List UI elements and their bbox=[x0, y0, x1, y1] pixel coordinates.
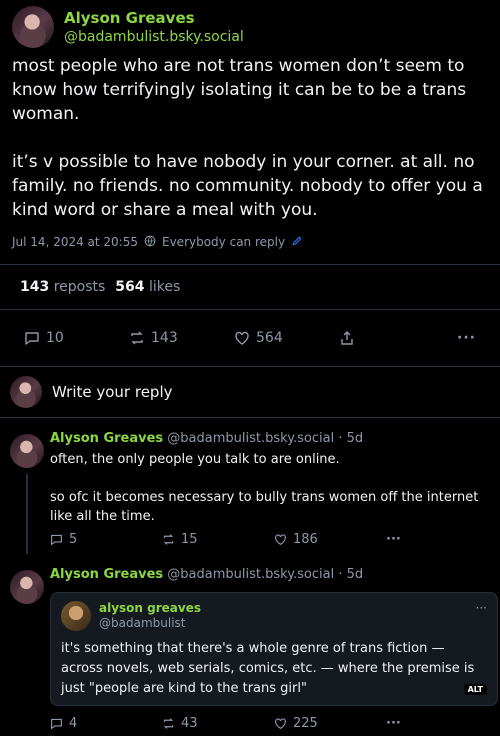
quoted-text: it's something that there's a whole genr… bbox=[61, 641, 475, 696]
like-button[interactable]: 186 bbox=[274, 532, 386, 547]
like-button[interactable]: 564 bbox=[234, 330, 339, 346]
like-count: 225 bbox=[293, 715, 318, 731]
repost-button[interactable]: 43 bbox=[162, 716, 274, 731]
repost-icon bbox=[163, 533, 174, 545]
thread-line bbox=[26, 474, 28, 554]
reply-author-name[interactable]: Alyson Greaves bbox=[50, 431, 163, 446]
share-icon bbox=[341, 331, 353, 345]
author-name[interactable]: Alyson Greaves bbox=[64, 9, 244, 28]
reply-actions: 4 43 225 ··· bbox=[50, 710, 498, 736]
divider bbox=[0, 417, 500, 418]
reposts-label: reposts bbox=[53, 279, 106, 295]
engagement-counts: 143 reposts 564 likes bbox=[0, 265, 500, 309]
reply-count: 10 bbox=[46, 330, 64, 346]
reposts-count: 143 bbox=[20, 279, 50, 295]
repost-count: 43 bbox=[181, 715, 198, 731]
more-icon: ··· bbox=[386, 531, 401, 547]
globe-icon bbox=[144, 235, 156, 250]
more-options-button[interactable]: ··· bbox=[386, 716, 498, 731]
quoted-post[interactable]: alyson greaves @badambulist ··· it's som… bbox=[50, 592, 498, 706]
author-handle[interactable]: @badambulist.bsky.social bbox=[64, 28, 244, 46]
reply-count: 5 bbox=[69, 531, 78, 547]
reply-author-handle[interactable]: @badambulist.bsky.social · 5d bbox=[167, 431, 363, 446]
avatar[interactable] bbox=[10, 570, 44, 604]
reply-button[interactable]: 10 bbox=[24, 330, 129, 346]
more-options-button[interactable]: ··· bbox=[457, 330, 476, 346]
repost-icon bbox=[163, 717, 174, 729]
repost-count: 15 bbox=[181, 531, 198, 547]
reply-count: 4 bbox=[69, 715, 78, 731]
quoted-author-handle: @badambulist bbox=[99, 616, 186, 630]
repost-count: 143 bbox=[151, 330, 178, 346]
reply-composer[interactable]: Write your reply bbox=[0, 367, 500, 417]
repost-button[interactable]: 15 bbox=[162, 532, 274, 547]
more-icon: ··· bbox=[386, 715, 401, 731]
thread-reply[interactable]: Alyson Greaves @badambulist.bsky.social … bbox=[0, 566, 500, 736]
thread-reply[interactable]: Alyson Greaves @badambulist.bsky.social … bbox=[0, 430, 500, 554]
quoted-avatar bbox=[61, 601, 91, 631]
reply-actions: 5 15 186 ··· bbox=[50, 526, 498, 552]
post-actions: 10 143 564 ··· bbox=[0, 310, 500, 366]
avatar[interactable] bbox=[12, 6, 54, 48]
reply-icon bbox=[51, 534, 62, 546]
reply-icon bbox=[51, 718, 62, 730]
avatar[interactable] bbox=[10, 434, 44, 468]
reply-icon bbox=[25, 332, 39, 345]
repost-button[interactable]: 143 bbox=[129, 330, 234, 346]
likes-count: 564 bbox=[115, 279, 145, 295]
likes-count-link[interactable]: 564 likes bbox=[115, 279, 180, 295]
reply-author-name[interactable]: Alyson Greaves bbox=[50, 567, 163, 582]
heart-icon bbox=[275, 717, 286, 729]
reply-author-handle[interactable]: @badambulist.bsky.social · 5d bbox=[167, 567, 363, 582]
alt-badge[interactable]: ALT bbox=[463, 684, 487, 695]
like-count: 564 bbox=[256, 330, 283, 346]
like-count: 186 bbox=[293, 531, 318, 547]
reply-button[interactable]: 4 bbox=[50, 716, 162, 731]
post-timestamp: Jul 14, 2024 at 20:55 bbox=[12, 235, 138, 249]
heart-icon bbox=[275, 533, 286, 545]
main-post-header: Alyson Greaves @badambulist.bsky.social bbox=[12, 6, 488, 48]
quoted-author-name: alyson greaves bbox=[99, 601, 201, 615]
post-meta: Jul 14, 2024 at 20:55 Everybody can repl… bbox=[12, 232, 488, 252]
more-options-button[interactable]: ··· bbox=[386, 532, 498, 547]
likes-label: likes bbox=[148, 279, 181, 295]
reply-button[interactable]: 5 bbox=[50, 532, 162, 547]
reposts-count-link[interactable]: 143 reposts bbox=[20, 279, 105, 295]
post-text: most people who are not trans women don’… bbox=[12, 56, 483, 220]
edit-icon[interactable] bbox=[291, 235, 303, 250]
main-post: Alyson Greaves @badambulist.bsky.social … bbox=[0, 0, 500, 252]
reply-text: often, the only people you talk to are o… bbox=[50, 452, 479, 524]
like-button[interactable]: 225 bbox=[274, 716, 386, 731]
repost-icon bbox=[131, 331, 143, 345]
heart-icon bbox=[235, 331, 249, 345]
avatar bbox=[10, 376, 42, 408]
reply-audience[interactable]: Everybody can reply bbox=[162, 235, 285, 249]
reply-placeholder[interactable]: Write your reply bbox=[52, 383, 173, 401]
more-icon[interactable]: ··· bbox=[476, 601, 487, 615]
share-button[interactable] bbox=[339, 330, 434, 346]
more-icon: ··· bbox=[457, 330, 476, 346]
